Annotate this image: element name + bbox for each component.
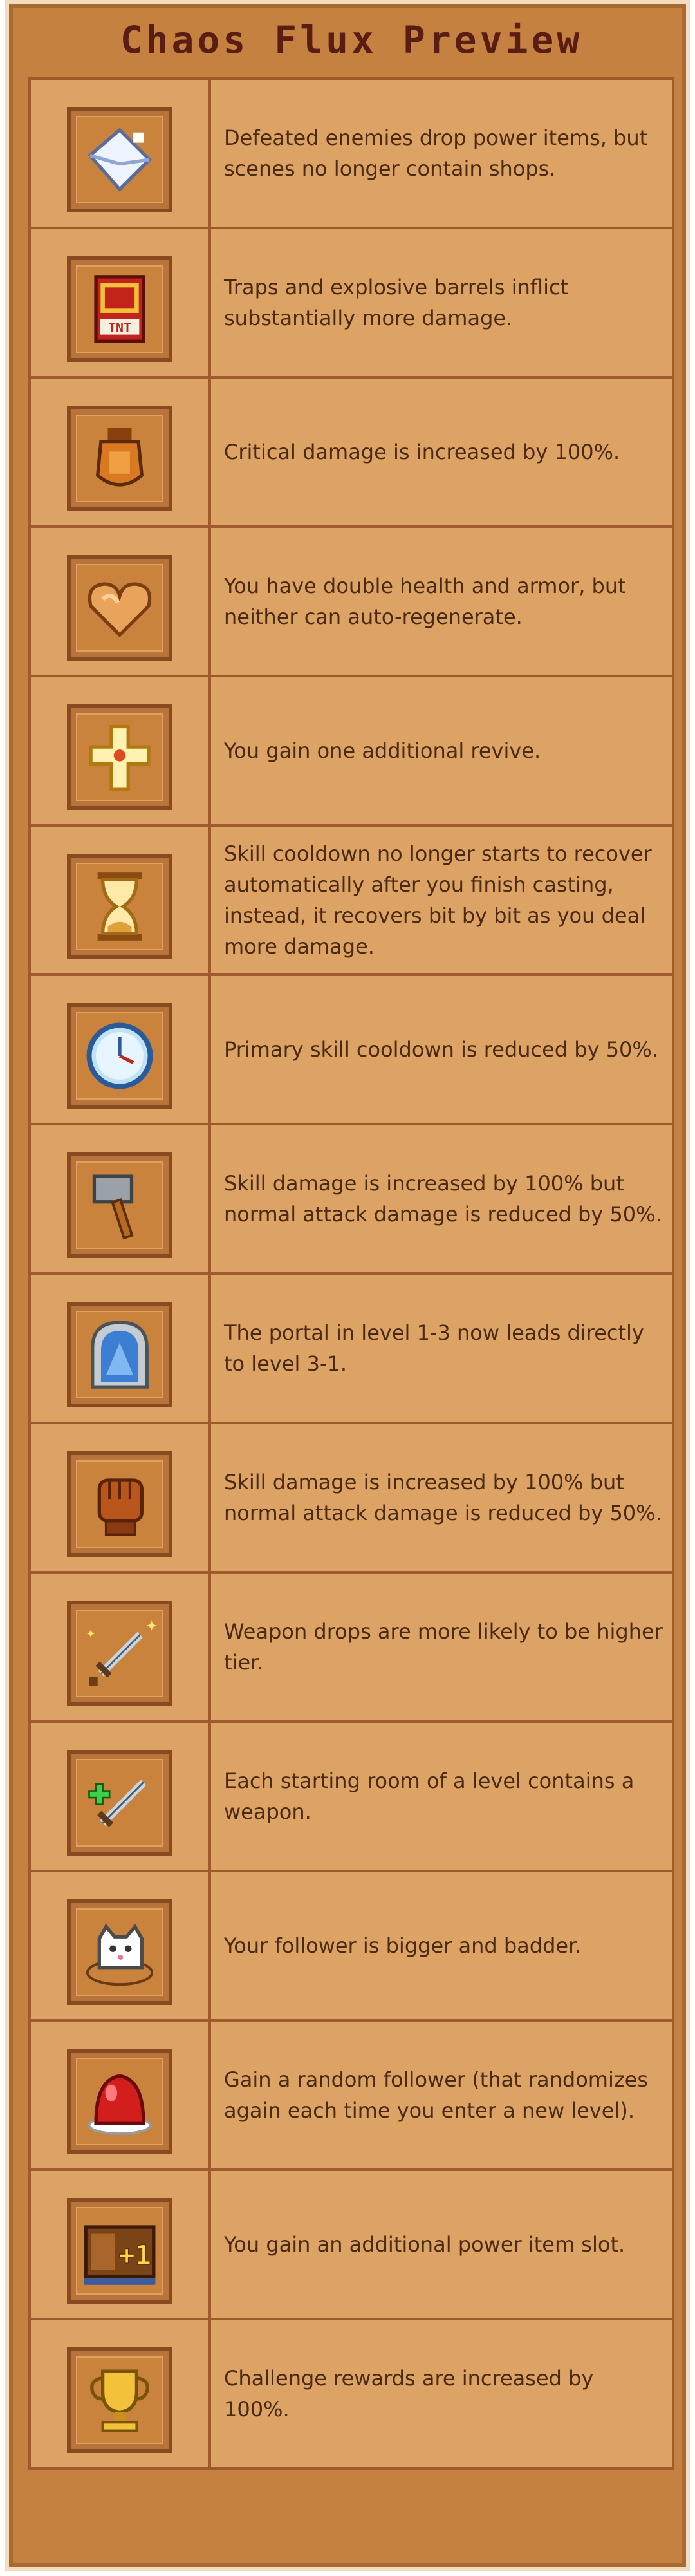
effect-text: You gain an additional power item slot. [224,2232,626,2257]
effect-text: Critical damage is increased by 100%. [224,440,620,464]
effect-row: You have double health and armor, but ne… [28,525,674,677]
effect-text: Gain a random follower (that randomizes … [224,2067,648,2123]
effect-row: Primary skill cooldown is reduced by 50%… [28,973,674,1125]
effect-text: Traps and explosive barrels inflict subs… [224,275,569,330]
clock-icon [76,1012,163,1100]
effect-text: Skill damage is increased by 100% but no… [224,1171,662,1227]
heart-arm-icon [76,564,163,652]
effect-row: Skill damage is increased by 100% but no… [28,1123,674,1275]
effect-row: Challenge rewards are increased by 100%. [28,2318,674,2470]
effect-row: TNT Traps and explosive barrels inflict … [28,227,674,379]
trophy-icon [76,2356,163,2444]
effect-text: The portal in level 1-3 now leads direct… [224,1321,644,1376]
plus-one-slot-icon: +1 [76,2207,163,2295]
effect-row: Gain a random follower (that randomizes … [28,2019,674,2171]
effect-row: Defeated enemies drop power items, but s… [28,77,674,229]
cat-icon [76,1908,163,1996]
holy-cross-icon [76,713,163,801]
effect-text: Skill cooldown no longer starts to recov… [224,841,652,959]
hourglass-icon [76,863,163,950]
svg-text:TNT: TNT [108,321,131,335]
effect-text: Each starting room of a level contains a… [224,1769,635,1824]
svg-text:+1: +1 [118,2239,151,2271]
effect-text: Your follower is bigger and badder. [224,1933,582,1958]
effect-text: You gain one additional revive. [224,738,541,763]
fist-icon [76,1460,163,1548]
envelope-icon [76,116,163,203]
effect-row: Each starting room of a level contains a… [28,1720,674,1872]
effect-row: Your follower is bigger and badder. [28,1870,674,2022]
svg-text:✦: ✦ [86,1628,95,1641]
tnt-icon: TNT [76,265,163,353]
effect-text: Defeated enemies drop power items, but s… [224,126,648,181]
effect-row: Skill cooldown no longer starts to recov… [28,824,674,976]
effect-row: ✦ ✦ Weapon drops are more likely to be hi… [28,1571,674,1723]
effect-row: The portal in level 1-3 now leads direct… [28,1272,674,1424]
effect-row: Skill damage is increased by 100% but no… [28,1422,674,1574]
effects-table: Defeated enemies drop power items, but s… [28,77,674,2470]
portal-icon [76,1311,163,1398]
effect-row: +1 You gain an additional power item slo… [28,2168,674,2320]
effect-text: Primary skill cooldown is reduced by 50%… [224,1037,658,1062]
effect-row: Critical damage is increased by 100%. [28,376,674,528]
effect-text: Skill damage is increased by 100% but no… [224,1470,662,1525]
chaos-flux-panel: Chaos Flux Preview Defeated enemies drop… [5,0,690,2571]
effect-text: Challenge rewards are increased by 100%. [224,2366,594,2421]
panel-title: Chaos Flux Preview [120,18,583,62]
effect-row: You gain one additional revive. [28,675,674,827]
hammer-icon [76,1161,163,1249]
sparkle-sword-icon: ✦ ✦ [76,1610,163,1697]
red-egg-icon [76,2058,163,2145]
plus-sword-icon [76,1759,163,1847]
effect-text: Weapon drops are more likely to be highe… [224,1619,663,1675]
effect-text: You have double health and armor, but ne… [224,574,626,629]
svg-text:✦: ✦ [145,1617,158,1635]
shield-gauntlet-icon [76,415,163,502]
